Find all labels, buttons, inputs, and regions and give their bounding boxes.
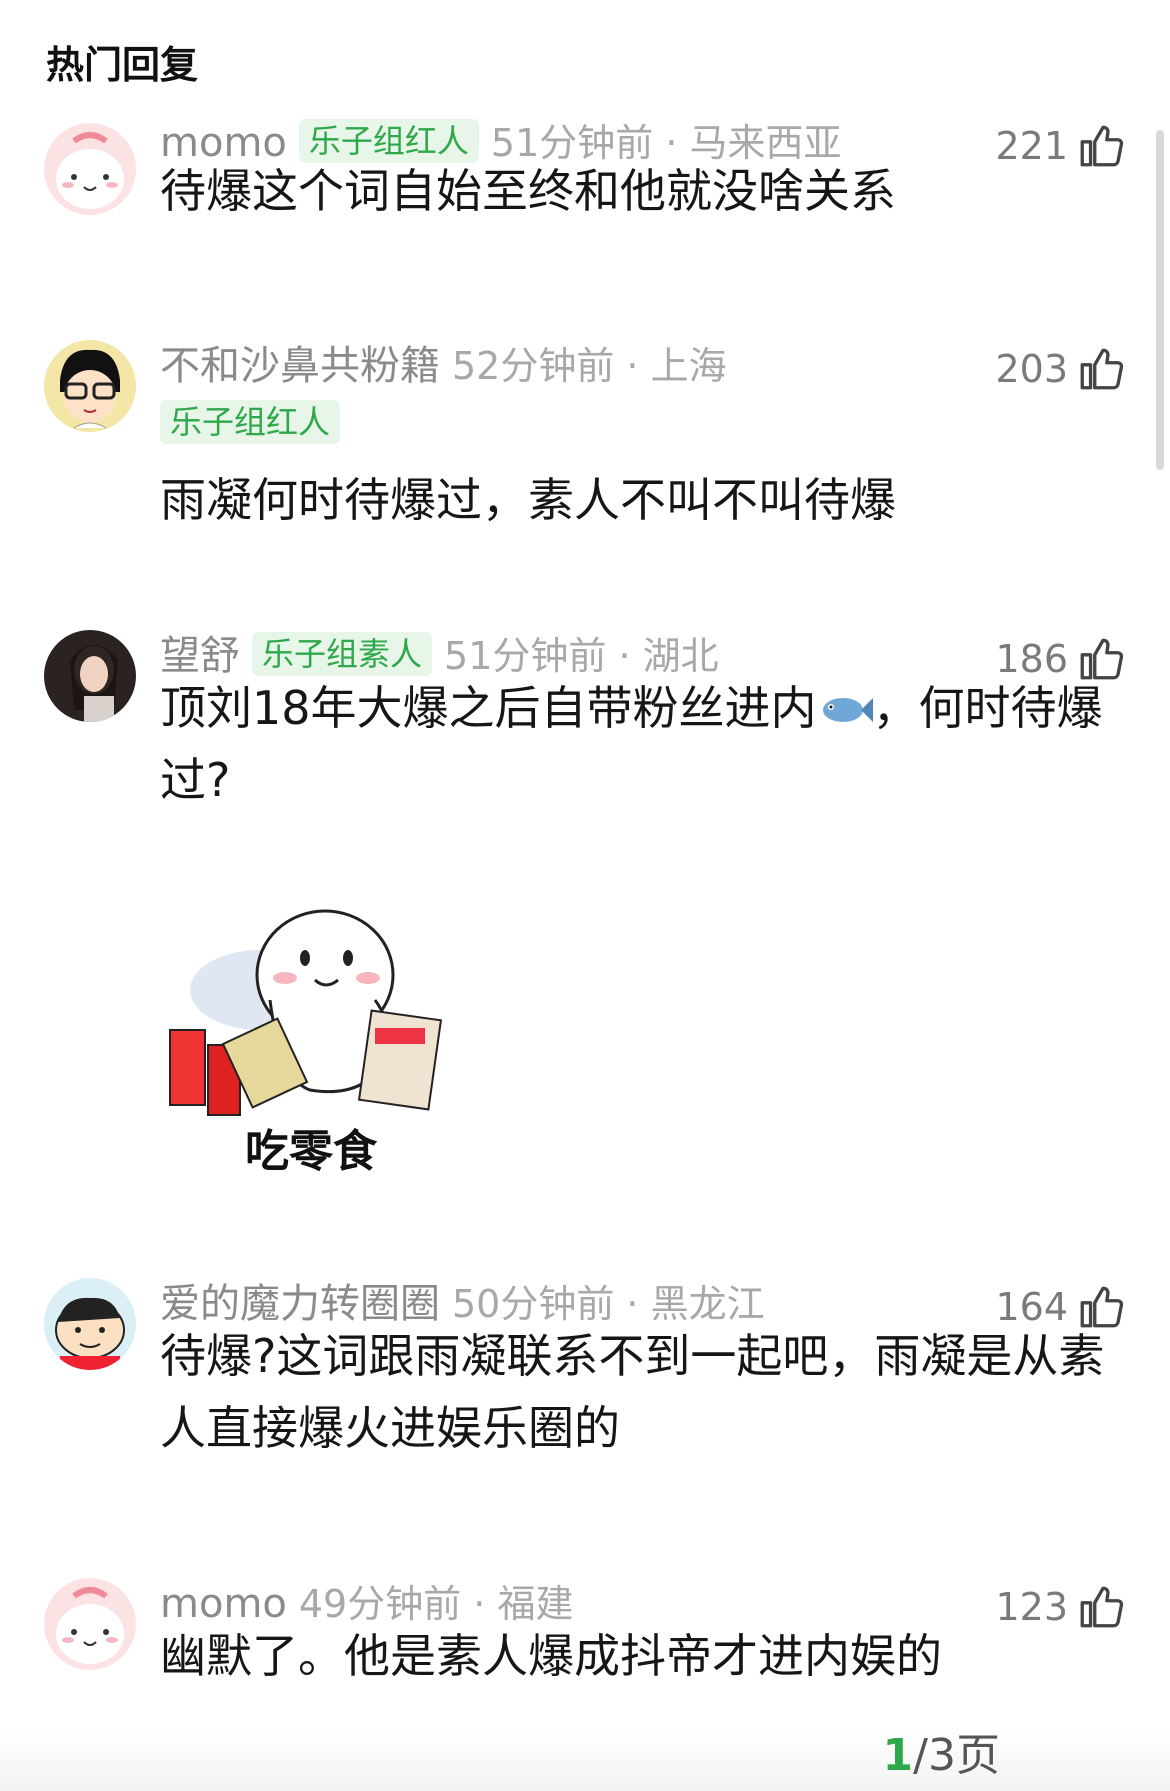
- comment-text: 幽默了。他是素人爆成抖帝才进内娱的: [160, 1629, 942, 1683]
- comment-text: 顶刘18年大爆之后自带粉丝进内 ，何时待爆过?: [160, 672, 1130, 816]
- section-title: 热门回复: [46, 43, 199, 87]
- comment-meta: 不和沙鼻共粉籍 52分钟前 · 上海: [160, 338, 990, 394]
- page-indicator[interactable]: 1/3页: [883, 1719, 1000, 1783]
- badge-row: 乐子组红人: [160, 400, 352, 444]
- comment-item: momo 乐子组红人 51分钟前 · 马来西亚 221 待爆这个词自始至终和他就没啥…: [0, 115, 1170, 275]
- like-count: 203: [995, 347, 1068, 391]
- avatar[interactable]: [44, 1578, 136, 1670]
- page-current: 1: [882, 1730, 914, 1781]
- fish-emoji: [822, 698, 873, 722]
- username[interactable]: 不和沙鼻共粉籍: [160, 343, 440, 389]
- avatar[interactable]: [44, 123, 136, 215]
- like-button[interactable]: 203: [995, 344, 1126, 394]
- user-badge: 乐子组红人: [160, 400, 341, 444]
- comment-text: 雨凝何时待爆过，素人不叫不叫待爆: [160, 473, 896, 527]
- comment-item: 爱的魔力转圈圈 50分钟前 · 黑龙江 164 待爆?这词跟雨凝联系不到一起吧，雨…: [0, 1276, 1170, 1476]
- comment-item: 不和沙鼻共粉籍 52分钟前 · 上海 乐子组红人 203 雨凝何时待爆过，素人不叫…: [0, 338, 1170, 538]
- time-location: 52分钟前 · 上海: [452, 344, 727, 388]
- avatar[interactable]: [44, 340, 136, 432]
- thumbs-up-icon: [1080, 348, 1124, 390]
- avatar[interactable]: [44, 630, 136, 722]
- sticker-caption: 吃零食: [245, 1126, 377, 1177]
- avatar[interactable]: [44, 1278, 136, 1370]
- page-total: /3页: [913, 1730, 1000, 1781]
- comment-text: 待爆?这词跟雨凝联系不到一起吧，雨凝是从素人直接爆火进娱乐圈的: [160, 1329, 1105, 1455]
- user-badge: 乐子组素人: [252, 632, 433, 676]
- comment-text-part1: 顶刘18年大爆之后自带粉丝进内: [160, 681, 817, 735]
- comment-text: 待爆这个词自始至终和他就没啥关系: [160, 164, 896, 218]
